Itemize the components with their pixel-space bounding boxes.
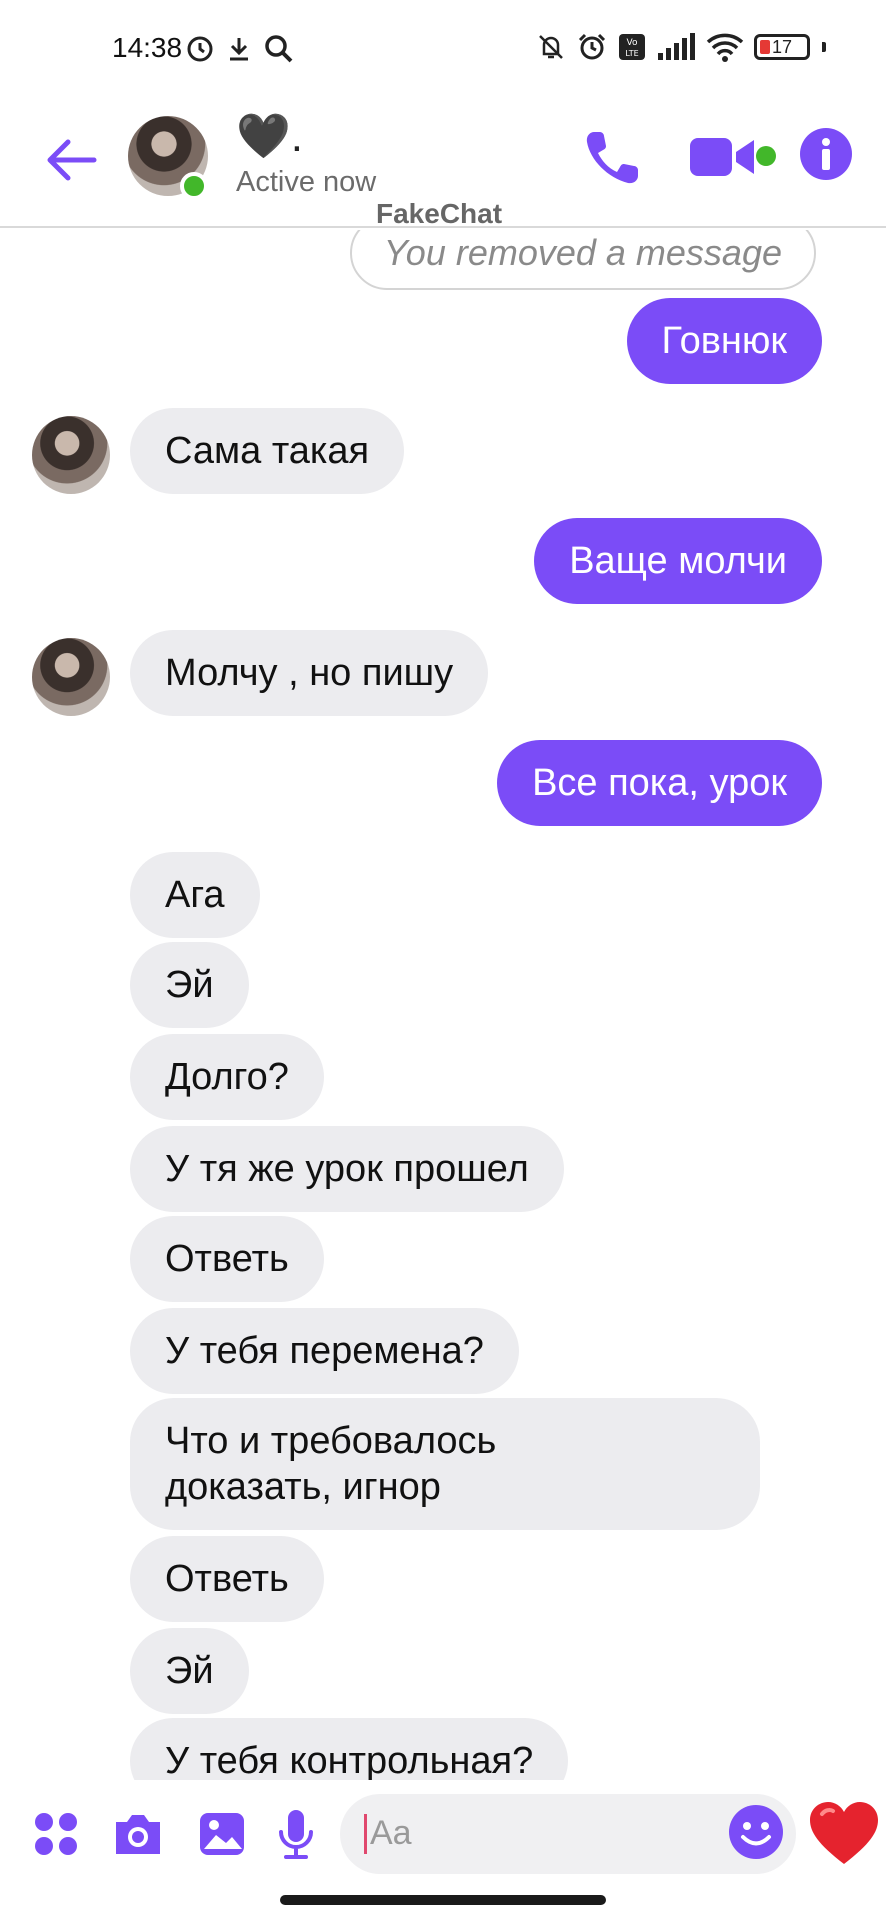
removed-message[interactable]: You removed a message (349, 230, 816, 290)
contact-name[interactable]: 🖤. (236, 110, 303, 162)
watermark: FakeChat (376, 198, 503, 229)
video-active-dot (756, 146, 776, 166)
incoming-message[interactable]: Молчу , но пишу (130, 630, 489, 716)
info-icon[interactable] (800, 128, 852, 180)
alarm-icon (578, 33, 606, 60)
search-icon (265, 35, 293, 63)
clock-icon (187, 36, 213, 62)
home-indicator[interactable] (280, 1895, 606, 1905)
back-arrow-icon[interactable] (42, 130, 102, 190)
video-call-icon[interactable] (688, 134, 758, 180)
message-list[interactable]: You removed a message Говнюк Сама такая … (0, 230, 886, 1780)
battery-icon: 17 (754, 34, 810, 60)
download-icon (230, 38, 248, 61)
camera-icon[interactable] (108, 1804, 168, 1864)
wifi-icon (706, 33, 744, 62)
apps-grid-icon[interactable] (26, 1804, 86, 1864)
svg-text:Vo: Vo (627, 38, 638, 48)
incoming-message[interactable]: Долго? (130, 1034, 324, 1120)
svg-text:LTE: LTE (625, 49, 638, 58)
incoming-message[interactable]: У тя же урок прошел (130, 1126, 564, 1212)
incoming-message[interactable]: У тебя контрольная? (130, 1718, 569, 1780)
heart-reaction-icon[interactable] (808, 1800, 880, 1868)
status-time: 14:38 (112, 32, 183, 63)
signal-icon (658, 33, 695, 60)
composer-bar: Aa (0, 1780, 886, 1890)
microphone-icon[interactable] (266, 1804, 326, 1864)
gallery-icon[interactable] (192, 1804, 252, 1864)
online-indicator (180, 172, 208, 200)
incoming-message[interactable]: У тебя перемена? (130, 1308, 519, 1394)
active-status: Active now (236, 166, 377, 198)
outgoing-message[interactable]: Ваще молчи (534, 518, 822, 604)
incoming-message-multiline[interactable]: Что и требовалось доказать, игнор (130, 1398, 760, 1530)
sender-avatar[interactable] (32, 416, 110, 494)
volte-icon: VoLTE (619, 34, 645, 60)
phone-call-icon[interactable] (580, 126, 644, 190)
incoming-message[interactable]: Эй (130, 942, 249, 1028)
incoming-message[interactable]: Ответь (130, 1536, 324, 1622)
message-input[interactable]: Aa (340, 1794, 796, 1874)
incoming-message[interactable]: Ага (130, 852, 260, 938)
incoming-message[interactable]: Эй (130, 1628, 249, 1714)
sender-avatar[interactable] (32, 638, 110, 716)
outgoing-message[interactable]: Все пока, урок (497, 740, 822, 826)
status-bar: 14:38 Vo LTE 17 (0, 0, 886, 100)
input-placeholder: Aa (370, 1814, 412, 1852)
outgoing-message[interactable]: Говнюк (626, 298, 822, 384)
emoji-icon[interactable] (726, 1802, 786, 1862)
muted-bell-icon (539, 35, 563, 59)
incoming-message[interactable]: Ответь (130, 1216, 324, 1302)
incoming-message[interactable]: Сама такая (130, 408, 405, 494)
